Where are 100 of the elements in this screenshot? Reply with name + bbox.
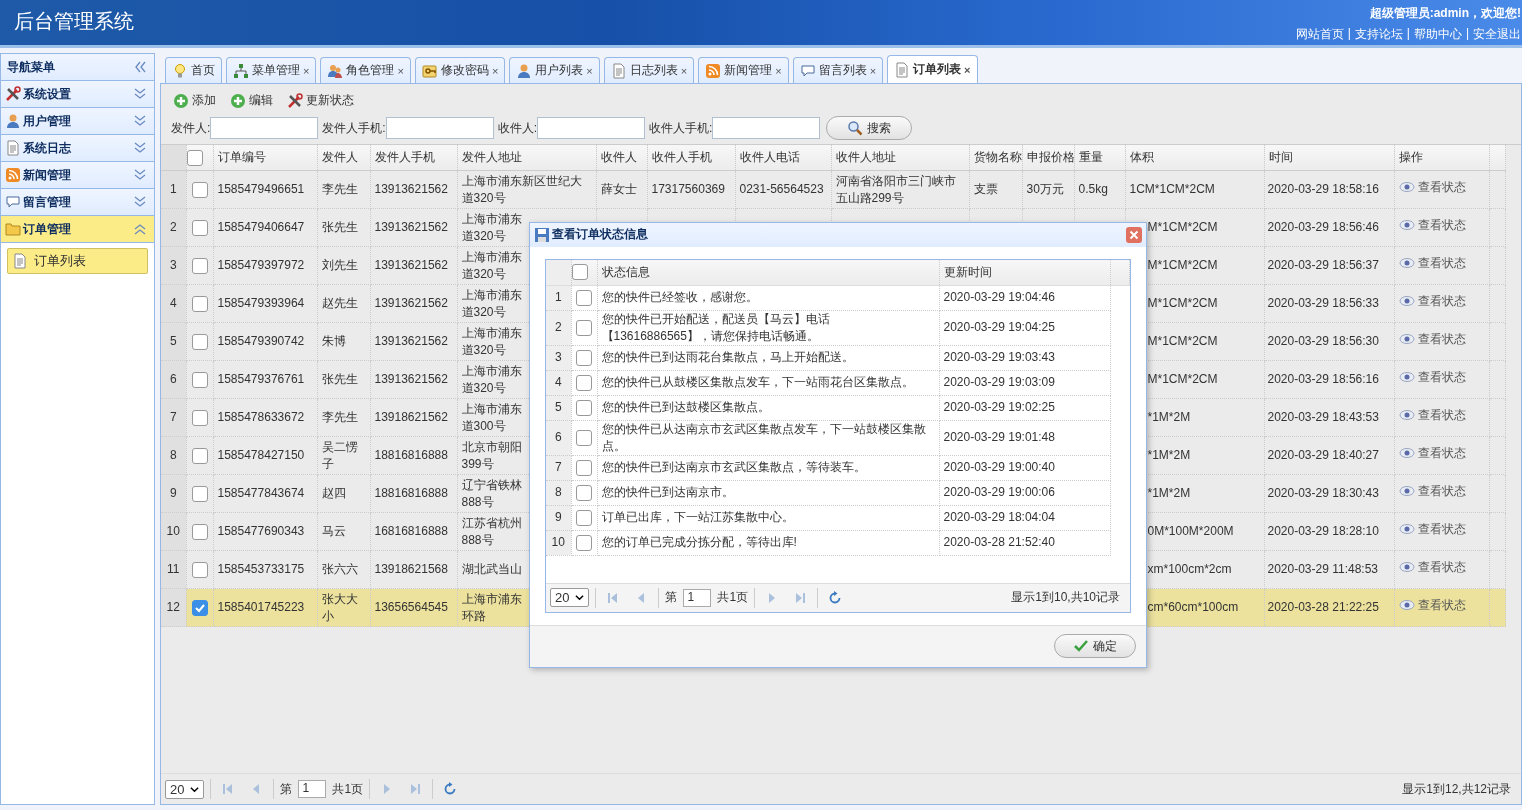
table-cell: 2020-03-29 18:58:16 [1267, 182, 1379, 196]
table-cell: 888号 [461, 493, 494, 511]
table-cell: 13913621562 [374, 258, 448, 272]
table-cell: cm*60cm*100cm [1147, 600, 1239, 614]
table-cell: 1585479397972 [217, 258, 305, 272]
menu-item[interactable]: 订单列表 [7, 248, 148, 274]
close-tab-button[interactable]: × [586, 64, 593, 77]
view-status-link[interactable]: 查看状态 [1398, 482, 1466, 500]
page-number-field[interactable]: 1 [298, 780, 327, 798]
table-cell: 北京市朝阳 [461, 438, 522, 456]
close-tab-button[interactable]: × [397, 64, 404, 77]
header-link[interactable]: 安全退出 [1473, 26, 1521, 43]
table-cell: 道320号 [461, 189, 506, 207]
table-cell: 上海市浦东 [461, 400, 522, 418]
table-cell: 1585477843674 [217, 486, 305, 500]
row-number: 4 [169, 296, 177, 310]
page-total: 共1页 [332, 780, 364, 798]
row-number: 1 [169, 182, 177, 196]
menu-section[interactable]: 新闻管理 [1, 162, 154, 189]
welcome-text: 超级管理员:admin，欢迎您! [1369, 5, 1521, 22]
table-cell: 赵四 [321, 486, 346, 500]
record-summary: 显示1到10,共10记录 [1011, 589, 1121, 607]
view-status-link[interactable]: 查看状态 [1398, 558, 1466, 576]
close-tab-button[interactable]: × [869, 64, 877, 77]
view-status-link[interactable]: 查看状态 [1398, 406, 1466, 424]
view-status-link[interactable]: 查看状态 [1398, 216, 1466, 234]
column-header[interactable]: 状态信息 [601, 264, 650, 279]
tab[interactable]: 留言列表 × [792, 57, 884, 83]
row-number: 10 [166, 524, 180, 538]
header-link[interactable]: 帮助中心 [1413, 26, 1462, 43]
close-tab-button[interactable]: × [680, 64, 688, 77]
tab[interactable]: 修改密码 × [414, 57, 506, 83]
tab[interactable]: 菜单管理 × [226, 57, 317, 83]
table-cell: 上海市浦东 [461, 590, 522, 608]
tab[interactable]: 订单列表 × [887, 55, 978, 83]
table-cell: 河南省洛阳市三门峡市五山路299号 [835, 173, 956, 205]
search-button[interactable]: 搜索 [826, 116, 913, 140]
column-header[interactable]: 更新时间 [943, 264, 992, 279]
toolbar-button[interactable]: 更新状态 [287, 92, 354, 109]
table-cell: 薛女士 [600, 182, 637, 196]
menu-section[interactable]: 订单管理 [1, 216, 154, 243]
tab[interactable]: 角色管理 × [320, 57, 411, 83]
table-cell: 您的订单已完成分拣分配，等待出库! [601, 535, 797, 550]
column-header[interactable]: 操作 [1398, 150, 1423, 164]
table-cell: 1CM*1CM*2CM [1129, 182, 1215, 196]
tab[interactable]: 首页 [165, 57, 222, 83]
table-cell: 环路 [461, 607, 486, 625]
close-tab-button[interactable]: × [303, 64, 310, 77]
table-cell: 李先生 [321, 410, 358, 424]
row-number: 1 [554, 290, 562, 305]
view-status-link[interactable]: 查看状态 [1398, 444, 1466, 462]
close-tab-button[interactable]: × [964, 63, 971, 76]
table-cell: 2020-03-29 18:30:43 [1267, 486, 1379, 500]
column-header[interactable]: 体积 [1129, 150, 1154, 164]
table-cell: 张先生 [321, 220, 358, 234]
view-status-link[interactable]: 查看状态 [1398, 330, 1466, 348]
view-status-link[interactable]: 查看状态 [1398, 368, 1466, 386]
table-cell: 李先生 [321, 182, 358, 196]
table-cell: 您的快件已经签收，感谢您。 [601, 290, 758, 305]
view-status-link[interactable]: 查看状态 [1398, 520, 1466, 538]
tab[interactable]: 用户列表 × [509, 57, 600, 83]
menu-section[interactable]: 留言管理 [1, 189, 154, 216]
page-number-field[interactable]: 1 [683, 588, 712, 607]
table-cell: 13913621562 [374, 296, 448, 310]
search-label: 收件人手机: [649, 119, 713, 137]
page-size-select[interactable]: 20 [550, 588, 590, 608]
table-cell: 13918621568 [374, 562, 448, 576]
header-link[interactable]: 网站首页 [1295, 26, 1344, 43]
tab[interactable]: 日志列表 × [603, 57, 695, 83]
table-cell: 0.5kg [1078, 182, 1108, 196]
table-cell: 上海市浦东 [461, 362, 522, 380]
toolbar-button[interactable]: 添加 [173, 92, 216, 109]
row-number: 5 [169, 334, 177, 348]
table-cell: 1585453733175 [217, 562, 305, 576]
table-cell: 您的快件已到达鼓楼区集散点。 [601, 400, 770, 415]
menu-section[interactable]: 用户管理 [1, 108, 154, 135]
close-tab-button[interactable]: × [775, 64, 782, 77]
table-cell: 18816816888 [374, 486, 448, 500]
page-size-select[interactable]: 20 [165, 779, 205, 799]
row-number: 10 [551, 535, 565, 550]
app-title: 后台管理系统 [13, 9, 134, 34]
view-status-link[interactable]: 查看状态 [1398, 178, 1466, 196]
row-number: 4 [554, 375, 562, 390]
view-status-link[interactable]: 查看状态 [1398, 254, 1466, 272]
confirm-button[interactable]: 确定 [1054, 634, 1136, 659]
tab[interactable]: 新闻管理 × [698, 57, 789, 83]
search-label: 发件人手机: [322, 119, 386, 137]
view-status-link[interactable]: 查看状态 [1398, 292, 1466, 310]
column-header[interactable]: 时间 [1268, 150, 1293, 164]
close-tab-button[interactable]: × [491, 64, 499, 77]
menu-section[interactable]: 系统设置 [1, 81, 154, 108]
table-cell: 上海市浦东新区世纪大 [461, 172, 582, 190]
table-cell: 道320号 [461, 303, 506, 321]
row-number: 7 [554, 460, 562, 475]
table-cell: 18816816888 [374, 448, 448, 462]
row-number: 11 [167, 562, 180, 576]
toolbar-button[interactable]: 编辑 [230, 92, 273, 109]
table-cell: M*1CM*2CM [1147, 334, 1218, 348]
menu-section[interactable]: 系统日志 [1, 135, 154, 162]
header-link[interactable]: 支持论坛 [1354, 26, 1403, 43]
